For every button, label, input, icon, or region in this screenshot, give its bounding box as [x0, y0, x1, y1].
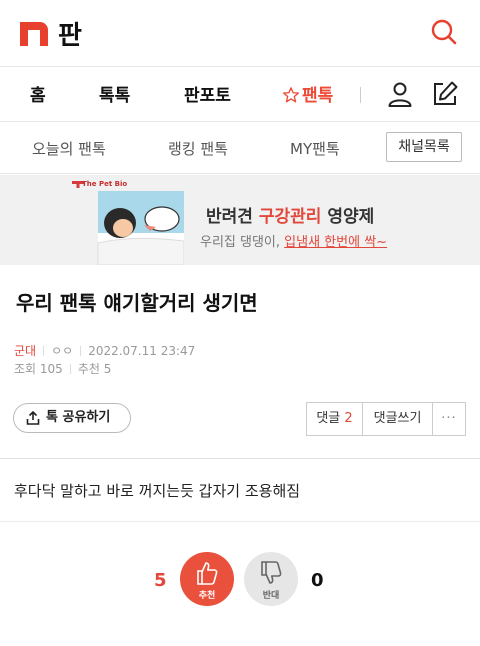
recommend-count: 5	[154, 570, 167, 591]
nav-item-fantalk[interactable]: 팬톡	[282, 81, 333, 106]
oppose-label: 반대	[262, 591, 280, 601]
nav-item-home[interactable]: 홈	[30, 81, 46, 106]
star-icon	[282, 87, 300, 103]
banner-subtitle: 우리집 댕댕이, 입냄새 한번에 싹~	[200, 235, 388, 250]
main-nav: 홈 톡톡 판포토 팬톡	[0, 66, 480, 122]
post-recommends: 추천 5	[77, 362, 112, 376]
share-label: 톡 공유하기	[46, 410, 111, 425]
post-actions: 댓글 2 댓글쓰기 ···	[306, 402, 466, 436]
sub-nav-ranking[interactable]: 랭킹 팬톡	[168, 138, 228, 159]
oppose-button[interactable]: 반대	[244, 552, 298, 606]
post-title: 우리 팬톡 얘기할거리 생기면	[16, 291, 258, 315]
divider	[0, 458, 480, 459]
banner-illustration: The Pet Bio	[72, 177, 185, 266]
divider	[0, 521, 480, 522]
post-author: ㅇㅇ	[51, 344, 74, 358]
search-icon[interactable]	[428, 16, 460, 48]
nate-logo-icon[interactable]	[20, 20, 48, 46]
nav-item-panphoto[interactable]: 판포토	[184, 81, 231, 106]
app-header: 판	[0, 0, 480, 66]
reply-count: 2	[344, 411, 353, 426]
post-stats: 조회 105 추천 5	[14, 360, 111, 377]
post-meta: 군대 ㅇㅇ 2022.07.11 23:47	[14, 342, 195, 359]
post-channel[interactable]: 군대	[14, 344, 36, 358]
write-icon[interactable]	[430, 79, 460, 109]
channel-list-button[interactable]: 채널목록	[386, 132, 462, 162]
nav-item-fantalk-label: 팬톡	[302, 86, 334, 106]
banner-title: 반려견 구강관리 영양제	[206, 207, 375, 227]
thumbs-up-icon	[197, 562, 218, 585]
oppose-count: 0	[311, 570, 324, 591]
share-icon	[26, 411, 40, 425]
recommend-label: 추천	[198, 591, 216, 601]
post-views: 조회 105	[14, 362, 63, 376]
sub-nav-today[interactable]: 오늘의 팬톡	[32, 138, 106, 159]
more-options-button[interactable]: ···	[433, 403, 465, 435]
recommend-button[interactable]: 추천	[180, 552, 234, 606]
reply-button[interactable]: 댓글 2	[307, 403, 363, 435]
app-title[interactable]: 판	[58, 15, 82, 52]
write-reply-button[interactable]: 댓글쓰기	[363, 403, 433, 435]
post-datetime: 2022.07.11 23:47	[88, 344, 196, 358]
sub-nav-my[interactable]: MY팬톡	[290, 138, 340, 159]
user-icon[interactable]	[386, 80, 414, 108]
nav-item-toktok[interactable]: 톡톡	[99, 81, 130, 106]
banner-brand: The Pet Bio	[82, 180, 128, 188]
post-body: 후다닥 말하고 바로 꺼지는듯 갑자기 조용해짐	[14, 482, 301, 500]
sub-nav: 오늘의 팬톡 랭킹 팬톡 MY팬톡 채널목록	[0, 122, 480, 174]
ad-banner[interactable]: The Pet Bio 반려견 구강관리 영양제 우리집 댕댕이, 입냄새 한번…	[0, 175, 480, 266]
share-button[interactable]: 톡 공유하기	[13, 403, 131, 433]
nav-divider	[360, 87, 361, 103]
thumbs-down-icon	[261, 561, 282, 584]
